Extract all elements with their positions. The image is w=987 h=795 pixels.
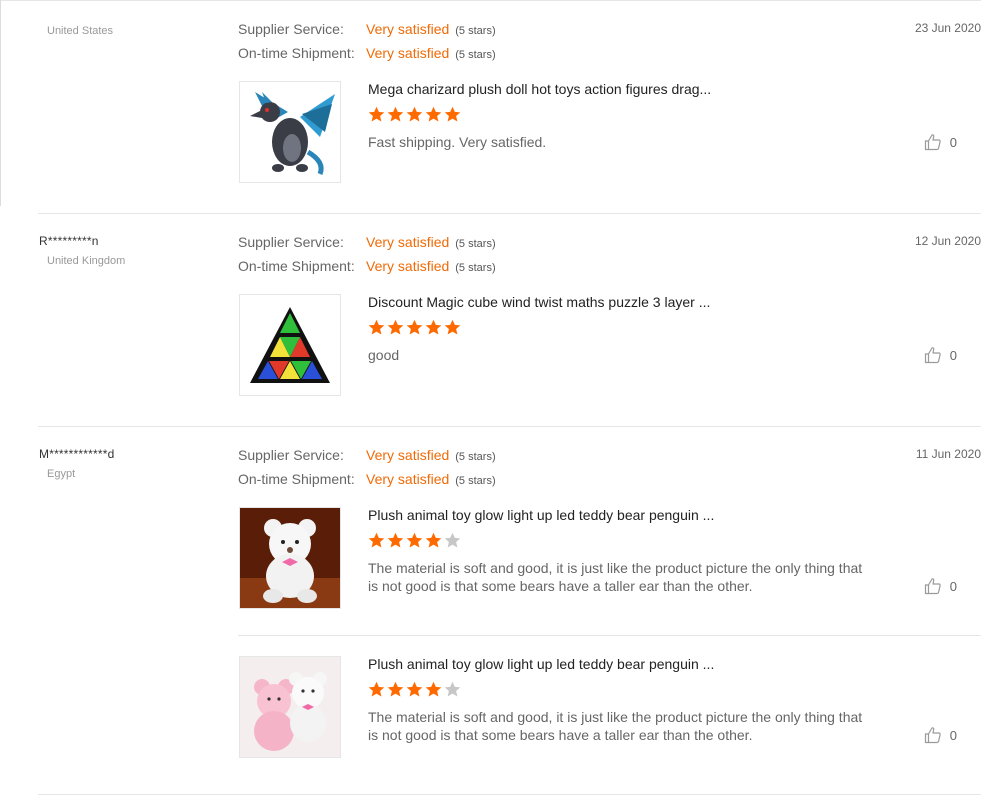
star-filled-icon <box>387 106 404 122</box>
supplier-service-rating: Supplier Service: Very satisfied (5 stars) <box>238 19 496 39</box>
supplier-service-label: Supplier Service: <box>238 447 344 463</box>
ontime-shipment-value: Very satisfied <box>366 258 450 274</box>
product-title-link[interactable]: Discount Magic cube wind twist maths puz… <box>368 294 728 310</box>
star-filled-icon <box>368 319 385 335</box>
helpful-count: 0 <box>949 134 957 150</box>
star-rating <box>368 319 461 339</box>
product-title-link[interactable]: Mega charizard plush doll hot toys actio… <box>368 81 728 97</box>
buyer-country: United Kingdom <box>47 255 126 267</box>
feedback-item: Discount Magic cube wind twist maths puz… <box>238 294 981 404</box>
helpful-button[interactable]: 0 <box>924 726 957 744</box>
supplier-service-value: Very satisfied <box>366 447 450 463</box>
feedback-date: 12 Jun 2020 <box>914 234 981 248</box>
supplier-service-label: Supplier Service: <box>238 234 344 250</box>
star-filled-icon <box>387 532 404 548</box>
star-rating <box>368 106 461 126</box>
ontime-shipment-rating: On-time Shipment: Very satisfied (5 stars) <box>238 43 496 63</box>
star-filled-icon <box>444 319 461 335</box>
supplier-service-value: Very satisfied <box>366 234 450 250</box>
thumbs-up-icon <box>924 727 941 744</box>
thumbs-up-icon <box>924 347 941 364</box>
ontime-shipment-label: On-time Shipment: <box>238 258 355 274</box>
feedback-item: Mega charizard plush doll hot toys actio… <box>238 81 981 191</box>
feedback-entry: United States 23 Jun 2020 Supplier Servi… <box>38 0 981 214</box>
supplier-service-stars: (5 stars) <box>455 451 496 463</box>
buyer-country: United States <box>47 25 114 37</box>
star-empty-icon <box>444 681 461 697</box>
ontime-shipment-stars: (5 stars) <box>455 262 496 274</box>
review-comment: The material is soft and good, it is jus… <box>368 709 863 743</box>
ontime-shipment-value: Very satisfied <box>366 471 450 487</box>
feedback-item: Plush animal toy glow light up led teddy… <box>238 635 981 786</box>
ontime-shipment-label: On-time Shipment: <box>238 471 355 487</box>
ontime-shipment-rating: On-time Shipment: Very satisfied (5 stars) <box>238 256 496 276</box>
helpful-button[interactable]: 0 <box>924 346 957 364</box>
helpful-count: 0 <box>949 578 957 594</box>
ontime-shipment-stars: (5 stars) <box>455 475 496 487</box>
supplier-service-value: Very satisfied <box>366 21 450 37</box>
star-filled-icon <box>368 532 385 548</box>
star-filled-icon <box>406 319 423 335</box>
feedback-date: 23 Jun 2020 <box>914 21 981 35</box>
supplier-service-stars: (5 stars) <box>455 238 496 250</box>
star-filled-icon <box>406 681 423 697</box>
thumbs-up-icon <box>924 134 941 151</box>
feedback-item: Plush animal toy glow light up led teddy… <box>238 507 981 635</box>
ontime-shipment-rating: On-time Shipment: Very satisfied (5 stars) <box>238 469 496 489</box>
star-rating <box>368 532 461 552</box>
star-filled-icon <box>387 681 404 697</box>
star-empty-icon <box>444 532 461 548</box>
feedback-date: 11 Jun 2020 <box>915 447 981 461</box>
helpful-button[interactable]: 0 <box>924 133 957 151</box>
star-filled-icon <box>368 106 385 122</box>
ontime-shipment-label: On-time Shipment: <box>238 45 355 61</box>
product-title-link[interactable]: Plush animal toy glow light up led teddy… <box>368 507 728 523</box>
star-filled-icon <box>406 106 423 122</box>
star-filled-icon <box>425 681 442 697</box>
review-comment: The material is soft and good, it is jus… <box>368 560 863 594</box>
star-rating <box>368 681 461 701</box>
supplier-service-rating: Supplier Service: Very satisfied (5 stars) <box>238 445 496 465</box>
ontime-shipment-stars: (5 stars) <box>455 49 496 61</box>
buyer-name: R*********n <box>39 234 99 248</box>
helpful-count: 0 <box>949 727 957 743</box>
review-comment: good <box>368 347 400 363</box>
star-filled-icon <box>387 319 404 335</box>
star-filled-icon <box>425 319 442 335</box>
star-filled-icon <box>368 681 385 697</box>
supplier-service-rating: Supplier Service: Very satisfied (5 stars) <box>238 232 496 252</box>
review-comment: Fast shipping. Very satisfied. <box>368 134 547 150</box>
buyer-name: M************d <box>39 447 115 461</box>
white-teddy-bear-image[interactable] <box>239 507 341 609</box>
star-filled-icon <box>425 106 442 122</box>
pyramid-cube-image[interactable] <box>239 294 341 396</box>
thumbs-up-icon <box>924 578 941 595</box>
ontime-shipment-value: Very satisfied <box>366 45 450 61</box>
star-filled-icon <box>444 106 461 122</box>
feedback-entry: M************d Egypt 11 Jun 2020 Supplie… <box>38 426 981 795</box>
supplier-service-stars: (5 stars) <box>455 25 496 37</box>
star-filled-icon <box>406 532 423 548</box>
helpful-count: 0 <box>949 347 957 363</box>
supplier-service-label: Supplier Service: <box>238 21 344 37</box>
charizard-plush-image[interactable] <box>239 81 341 183</box>
left-border <box>0 0 1 206</box>
star-filled-icon <box>425 532 442 548</box>
helpful-button[interactable]: 0 <box>924 577 957 595</box>
feedback-entry: R*********n United Kingdom 12 Jun 2020 S… <box>38 213 981 427</box>
pink-teddy-bear-image[interactable] <box>239 656 341 758</box>
product-title-link[interactable]: Plush animal toy glow light up led teddy… <box>368 656 728 672</box>
buyer-country: Egypt <box>47 468 76 480</box>
